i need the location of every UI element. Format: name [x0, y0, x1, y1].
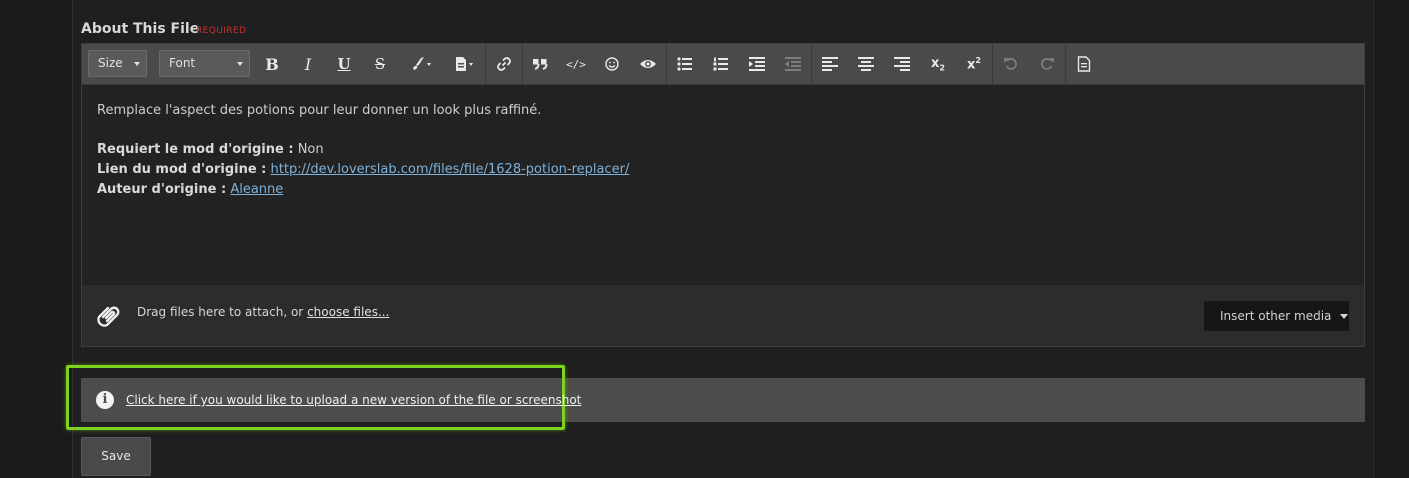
outdent-icon [785, 57, 801, 71]
italic-button[interactable]: I [293, 50, 323, 78]
author-line: Auteur d'origine : Aleanne [97, 180, 1347, 200]
italic-icon: I [304, 54, 312, 74]
superscript-button[interactable]: x2 [959, 50, 989, 78]
author-link[interactable]: Aleanne [230, 182, 283, 197]
bulleted-list-icon [677, 57, 692, 71]
bulleted-list-button[interactable] [670, 50, 700, 78]
link-button[interactable] [489, 50, 519, 78]
insert-other-media-button[interactable]: Insert other media [1204, 301, 1349, 331]
paperclip-icon [97, 306, 120, 327]
indent-button[interactable] [742, 50, 772, 78]
toolbar-separator [522, 44, 523, 85]
save-button[interactable]: Save [81, 437, 151, 476]
requires-value: Non [297, 142, 324, 157]
redo-icon [1041, 58, 1054, 70]
subscript-button[interactable]: x2 [923, 50, 953, 78]
editor-content[interactable]: Remplace l'aspect des potions pour leur … [97, 101, 1347, 200]
info-icon: i [96, 391, 114, 409]
eye-icon [640, 60, 656, 68]
attachment-area[interactable]: Drag files here to attach, or choose fil… [82, 285, 1364, 346]
toolbar-separator [992, 44, 993, 85]
rich-text-editor: Size Font B I U S </> x2 x2 Remplace l'a… [81, 43, 1365, 347]
required-badge: REQUIRED [196, 26, 247, 36]
align-left-icon [822, 57, 838, 71]
code-icon: </> [566, 57, 586, 71]
editor-toolbar: Size Font B I U S </> x2 x2 [82, 44, 1364, 85]
author-label: Auteur d'origine : [97, 182, 227, 197]
chevron-down-icon [134, 62, 140, 66]
toolbar-separator [1065, 44, 1066, 85]
link-icon [497, 57, 511, 71]
quote-icon [533, 59, 548, 70]
link-line: Lien du mod d'origine : http://dev.lover… [97, 160, 1347, 180]
upload-new-version-link[interactable]: Click here if you would like to upload a… [126, 393, 581, 407]
emoji-icon [605, 57, 619, 71]
source-button[interactable] [1069, 50, 1099, 78]
chevron-down-icon [237, 62, 243, 66]
font-family-select[interactable]: Font [159, 50, 250, 77]
subscript-icon: x2 [931, 55, 945, 73]
drag-text: Drag files here to attach, or [137, 305, 304, 319]
numbered-list-button[interactable] [706, 50, 736, 78]
choose-files-link[interactable]: choose files... [307, 305, 389, 319]
numbered-list-icon [713, 57, 728, 71]
align-center-icon [858, 57, 874, 71]
requires-line: Requiert le mod d'origine : Non [97, 140, 1347, 160]
align-left-button[interactable] [815, 50, 845, 78]
font-family-label: Font [169, 56, 196, 70]
attachment-instructions: Drag files here to attach, or choose fil… [137, 305, 389, 319]
field-label: About This File [81, 21, 200, 37]
align-right-button[interactable] [887, 50, 917, 78]
redo-button[interactable] [1032, 50, 1062, 78]
quote-button[interactable] [525, 50, 555, 78]
strikethrough-button[interactable]: S [365, 50, 395, 78]
underline-button[interactable]: U [329, 50, 359, 78]
text-color-icon [413, 57, 431, 70]
toolbar-separator [811, 44, 812, 85]
text-color-button[interactable] [404, 50, 438, 78]
font-size-label: Size [98, 56, 123, 70]
indent-icon [749, 57, 765, 71]
paste-button[interactable] [447, 50, 481, 78]
undo-icon [1004, 58, 1017, 70]
align-right-icon [894, 57, 910, 71]
superscript-icon: x2 [967, 55, 981, 73]
original-mod-link[interactable]: http://dev.loverslab.com/files/file/1628… [271, 162, 630, 177]
bold-button[interactable]: B [257, 50, 287, 78]
align-center-button[interactable] [851, 50, 881, 78]
paste-icon [456, 57, 473, 71]
font-size-select[interactable]: Size [88, 50, 147, 77]
source-icon [1077, 56, 1091, 72]
spoiler-button[interactable] [633, 50, 663, 78]
link-label: Lien du mod d'origine : [97, 162, 267, 177]
toolbar-separator [485, 44, 486, 85]
code-button[interactable]: </> [561, 50, 591, 78]
emoji-button[interactable] [597, 50, 627, 78]
insert-media-label: Insert other media [1220, 309, 1332, 323]
strikethrough-icon: S [374, 55, 386, 73]
toolbar-separator [666, 44, 667, 85]
outdent-button[interactable] [778, 50, 808, 78]
bold-icon: B [265, 54, 279, 74]
requires-label: Requiert le mod d'origine : [97, 142, 294, 157]
undo-button[interactable] [996, 50, 1026, 78]
underline-icon: U [337, 55, 351, 73]
intro-paragraph: Remplace l'aspect des potions pour leur … [97, 103, 542, 118]
chevron-down-icon [1340, 314, 1349, 319]
